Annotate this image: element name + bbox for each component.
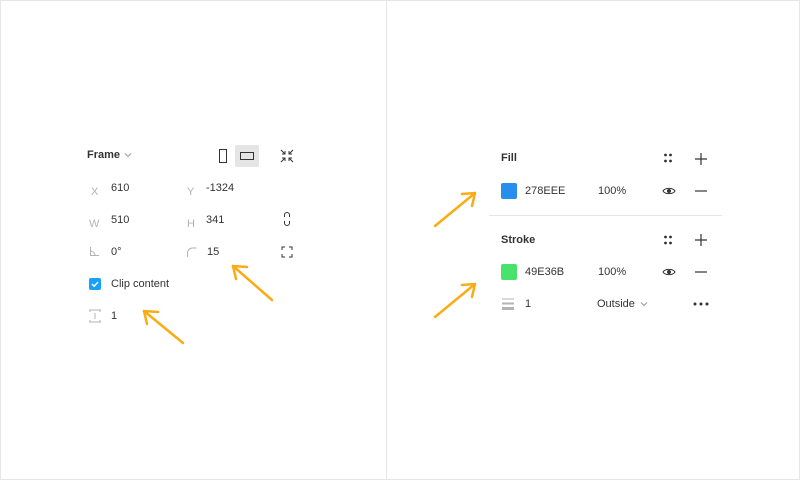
arrow-icon-stroke	[433, 282, 477, 319]
arrow-icon-fill	[433, 191, 477, 228]
arrow-icon-spacing	[142, 309, 185, 345]
annotation-arrows	[142, 191, 477, 345]
arrow-icon-radius	[231, 264, 274, 302]
